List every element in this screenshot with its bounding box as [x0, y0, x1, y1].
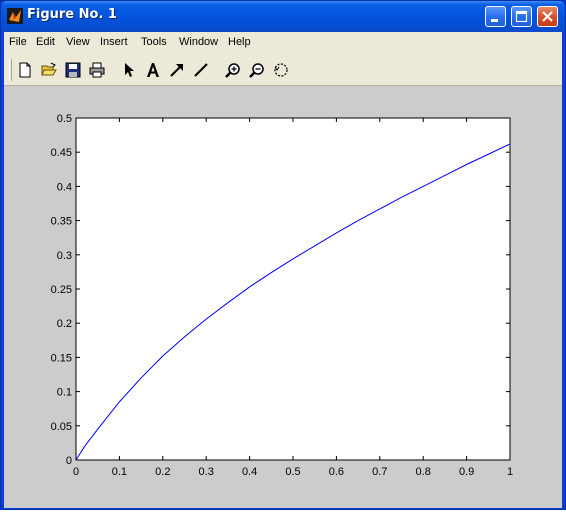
menu-file[interactable]: File	[9, 36, 27, 48]
menu-bar: File Edit View Insert Tools Window Help	[4, 32, 562, 54]
zoom-in-icon	[225, 63, 240, 78]
matlab-logo-icon	[7, 8, 23, 24]
minimize-button[interactable]	[485, 6, 506, 27]
figure-toolbar	[4, 54, 562, 86]
x-tick-label: 0	[73, 466, 79, 478]
maximize-button[interactable]	[511, 6, 532, 27]
y-tick-label: 0	[66, 455, 72, 467]
zoom-out-button[interactable]	[246, 59, 268, 81]
arrow-icon	[170, 64, 183, 77]
menu-edit[interactable]: Edit	[36, 36, 55, 48]
y-tick-label: 0.4	[57, 181, 72, 193]
axes-box	[75, 117, 511, 461]
zoom-out-icon	[249, 63, 264, 78]
rotate-icon	[274, 63, 288, 77]
minimize-icon	[491, 19, 498, 22]
x-tick-label: 0.2	[155, 466, 170, 478]
toolbar-grip[interactable]	[9, 59, 12, 81]
rotate-3d-button[interactable]	[270, 59, 292, 81]
text-icon	[147, 63, 159, 77]
y-tick-label: 0.05	[51, 421, 72, 433]
y-tick-label: 0.25	[51, 284, 72, 296]
x-tick-label: 0.6	[329, 466, 344, 478]
y-tick-label: 0.35	[51, 216, 72, 228]
y-tick-label: 0.1	[57, 387, 72, 399]
menu-tools[interactable]: Tools	[141, 36, 167, 48]
menu-help[interactable]: Help	[228, 36, 251, 48]
x-tick-label: 0.1	[112, 466, 127, 478]
open-icon	[41, 62, 57, 76]
maximize-icon	[515, 10, 528, 23]
insert-arrow-button[interactable]	[166, 59, 188, 81]
y-tick-label: 0.5	[57, 113, 72, 125]
figure-client-area: File Edit View Insert Tools Window Help	[4, 32, 562, 508]
title-bar[interactable]: Figure No. 1	[1, 1, 565, 32]
figure-canvas: 0 0.1 0.2 0.3 0.4 0.5 0.6 0.7 0.8 0.9 1 0 0.05 0.1 0.1…	[4, 86, 562, 508]
y-tick-label: 0.2	[57, 318, 72, 330]
x-tick-label: 0.4	[242, 466, 257, 478]
x-tick-label: 0.9	[459, 466, 474, 478]
save-button[interactable]	[62, 59, 84, 81]
line-icon	[194, 63, 208, 77]
insert-line-button[interactable]	[190, 59, 212, 81]
print-icon	[89, 62, 105, 78]
edit-plot-button[interactable]	[118, 59, 140, 81]
plot-area[interactable]: 0 0.1 0.2 0.3 0.4 0.5 0.6 0.7 0.8 0.9 1 0 0.05 0.1 0.1…	[4, 86, 562, 508]
menu-view[interactable]: View	[66, 36, 90, 48]
close-button[interactable]	[537, 6, 558, 27]
menu-insert[interactable]: Insert	[100, 36, 128, 48]
print-button[interactable]	[86, 59, 108, 81]
insert-text-button[interactable]	[142, 59, 164, 81]
y-tick-label: 0.3	[57, 250, 72, 262]
pointer-icon	[125, 63, 134, 77]
x-tick-label: 0.3	[199, 466, 214, 478]
menu-window[interactable]: Window	[179, 36, 218, 48]
open-file-button[interactable]	[38, 59, 60, 81]
new-figure-button[interactable]	[14, 59, 36, 81]
close-icon	[542, 11, 553, 22]
x-tick-label: 0.5	[285, 466, 300, 478]
x-tick-label: 0.8	[416, 466, 431, 478]
save-icon	[65, 62, 81, 78]
x-tick-label: 0.7	[372, 466, 387, 478]
new-icon	[19, 62, 31, 78]
zoom-in-button[interactable]	[222, 59, 244, 81]
window-title: Figure No. 1	[27, 7, 117, 22]
figure-window: Figure No. 1 File Edit View Insert Tools…	[0, 0, 566, 510]
y-tick-label: 0.15	[51, 352, 72, 364]
x-tick-label: 1	[507, 466, 513, 478]
y-tick-label: 0.45	[51, 147, 72, 159]
